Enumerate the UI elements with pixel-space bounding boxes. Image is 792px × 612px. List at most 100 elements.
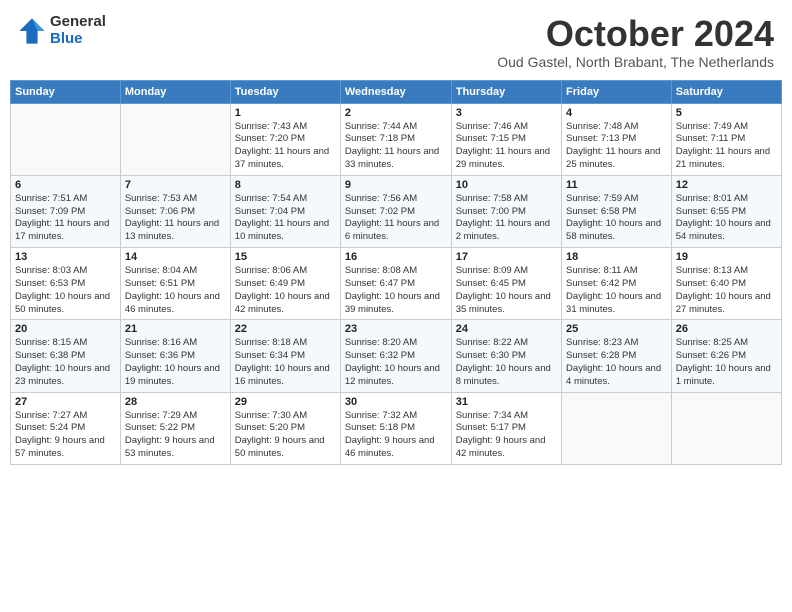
calendar-cell: 16Sunrise: 8:08 AMSunset: 6:47 PMDayligh… [340, 248, 451, 320]
logo-blue-text: Blue [50, 31, 106, 48]
day-number: 17 [456, 251, 557, 263]
calendar-week-row: 27 Sunrise: 7:27 AMSunset: 5:24 PMDayligh… [11, 392, 782, 464]
month-title: October 2024 [497, 14, 774, 54]
calendar-week-row: 20 Sunrise: 8:15 AMSunset: 6:38 PMDayligh… [11, 320, 782, 392]
weekday-header-cell: Tuesday [230, 80, 340, 103]
calendar-cell: 28 Sunrise: 7:29 AMSunset: 5:22 PMDayligh… [120, 392, 230, 464]
day-info: Sunrise: 7:32 AMSunset: 5:18 PMDaylight:… [345, 410, 447, 461]
day-info: Sunrise: 7:43 AMSunset: 7:20 PMDaylight:… [235, 121, 336, 172]
calendar-cell: 17 Sunrise: 8:09 AMSunset: 6:45 PMDayligh… [451, 248, 561, 320]
day-number: 6 [15, 179, 116, 191]
day-number: 5 [676, 107, 777, 119]
day-number: 1 [235, 107, 336, 119]
title-block: October 2024 Oud Gastel, North Brabant, … [497, 14, 774, 70]
calendar-cell: 23Sunrise: 8:20 AMSunset: 6:32 PMDayligh… [340, 320, 451, 392]
calendar-table: SundayMondayTuesdayWednesdayThursdayFrid… [10, 80, 782, 465]
calendar-cell: 1 Sunrise: 7:43 AMSunset: 7:20 PMDaylight… [230, 103, 340, 175]
day-number: 21 [125, 323, 226, 335]
day-number: 28 [125, 396, 226, 408]
day-info: Sunrise: 7:54 AMSunset: 7:04 PMDaylight:… [235, 193, 336, 244]
day-number: 20 [15, 323, 116, 335]
weekday-header-cell: Friday [562, 80, 672, 103]
day-info: Sunrise: 7:34 AMSunset: 5:17 PMDaylight:… [456, 410, 557, 461]
day-info: Sunrise: 7:46 AMSunset: 7:15 PMDaylight:… [456, 121, 557, 172]
day-info: Sunrise: 8:16 AMSunset: 6:36 PMDaylight:… [125, 337, 226, 388]
day-info: Sunrise: 8:18 AMSunset: 6:34 PMDaylight:… [235, 337, 336, 388]
logo-icon [18, 17, 46, 45]
day-info: Sunrise: 7:30 AMSunset: 5:20 PMDaylight:… [235, 410, 336, 461]
day-info: Sunrise: 7:27 AMSunset: 5:24 PMDaylight:… [15, 410, 116, 461]
day-number: 4 [566, 107, 667, 119]
day-info: Sunrise: 7:56 AMSunset: 7:02 PMDaylight:… [345, 193, 447, 244]
day-number: 26 [676, 323, 777, 335]
calendar-cell: 9 Sunrise: 7:56 AMSunset: 7:02 PMDaylight… [340, 175, 451, 247]
day-info: Sunrise: 8:06 AMSunset: 6:49 PMDaylight:… [235, 265, 336, 316]
day-number: 29 [235, 396, 336, 408]
calendar-cell: 29 Sunrise: 7:30 AMSunset: 5:20 PMDayligh… [230, 392, 340, 464]
page-header: General Blue October 2024 Oud Gastel, No… [10, 10, 782, 74]
calendar-cell: 20 Sunrise: 8:15 AMSunset: 6:38 PMDayligh… [11, 320, 121, 392]
calendar-cell: 5 Sunrise: 7:49 AMSunset: 7:11 PMDaylight… [671, 103, 781, 175]
day-number: 31 [456, 396, 557, 408]
day-number: 19 [676, 251, 777, 263]
day-info: Sunrise: 8:15 AMSunset: 6:38 PMDaylight:… [15, 337, 116, 388]
day-info: Sunrise: 8:03 AMSunset: 6:53 PMDaylight:… [15, 265, 116, 316]
weekday-header-cell: Sunday [11, 80, 121, 103]
day-number: 27 [15, 396, 116, 408]
day-info: Sunrise: 7:44 AMSunset: 7:18 PMDaylight:… [345, 121, 447, 172]
day-info: Sunrise: 8:25 AMSunset: 6:26 PMDaylight:… [676, 337, 777, 388]
day-info: Sunrise: 7:51 AMSunset: 7:09 PMDaylight:… [15, 193, 116, 244]
calendar-cell [120, 103, 230, 175]
logo-general-text: General [50, 14, 106, 31]
calendar-cell: 4Sunrise: 7:48 AMSunset: 7:13 PMDaylight… [562, 103, 672, 175]
day-info: Sunrise: 7:49 AMSunset: 7:11 PMDaylight:… [676, 121, 777, 172]
day-number: 9 [345, 179, 447, 191]
calendar-cell: 12 Sunrise: 8:01 AMSunset: 6:55 PMDayligh… [671, 175, 781, 247]
calendar-cell [671, 392, 781, 464]
weekday-header-cell: Monday [120, 80, 230, 103]
day-number: 11 [566, 179, 667, 191]
calendar-cell: 14 Sunrise: 8:04 AMSunset: 6:51 PMDayligh… [120, 248, 230, 320]
day-number: 22 [235, 323, 336, 335]
calendar-cell: 19 Sunrise: 8:13 AMSunset: 6:40 PMDayligh… [671, 248, 781, 320]
day-info: Sunrise: 8:09 AMSunset: 6:45 PMDaylight:… [456, 265, 557, 316]
day-info: Sunrise: 7:53 AMSunset: 7:06 PMDaylight:… [125, 193, 226, 244]
calendar-cell: 15 Sunrise: 8:06 AMSunset: 6:49 PMDayligh… [230, 248, 340, 320]
day-number: 18 [566, 251, 667, 263]
day-number: 23 [345, 323, 447, 335]
calendar-cell: 7 Sunrise: 7:53 AMSunset: 7:06 PMDaylight… [120, 175, 230, 247]
day-number: 7 [125, 179, 226, 191]
calendar-cell: 3Sunrise: 7:46 AMSunset: 7:15 PMDaylight… [451, 103, 561, 175]
calendar-week-row: 6 Sunrise: 7:51 AMSunset: 7:09 PMDaylight… [11, 175, 782, 247]
calendar-cell: 11Sunrise: 7:59 AMSunset: 6:58 PMDayligh… [562, 175, 672, 247]
day-number: 12 [676, 179, 777, 191]
weekday-header-cell: Thursday [451, 80, 561, 103]
calendar-cell: 24Sunrise: 8:22 AMSunset: 6:30 PMDayligh… [451, 320, 561, 392]
calendar-cell: 27 Sunrise: 7:27 AMSunset: 5:24 PMDayligh… [11, 392, 121, 464]
calendar-cell: 21 Sunrise: 8:16 AMSunset: 6:36 PMDayligh… [120, 320, 230, 392]
day-info: Sunrise: 7:29 AMSunset: 5:22 PMDaylight:… [125, 410, 226, 461]
calendar-cell: 18 Sunrise: 8:11 AMSunset: 6:42 PMDayligh… [562, 248, 672, 320]
day-info: Sunrise: 7:58 AMSunset: 7:00 PMDaylight:… [456, 193, 557, 244]
day-number: 16 [345, 251, 447, 263]
calendar-week-row: 13 Sunrise: 8:03 AMSunset: 6:53 PMDayligh… [11, 248, 782, 320]
day-number: 14 [125, 251, 226, 263]
logo-text: General Blue [50, 14, 106, 47]
calendar-week-row: 1 Sunrise: 7:43 AMSunset: 7:20 PMDaylight… [11, 103, 782, 175]
day-number: 25 [566, 323, 667, 335]
day-info: Sunrise: 8:11 AMSunset: 6:42 PMDaylight:… [566, 265, 667, 316]
calendar-cell: 22 Sunrise: 8:18 AMSunset: 6:34 PMDayligh… [230, 320, 340, 392]
day-number: 10 [456, 179, 557, 191]
day-info: Sunrise: 8:13 AMSunset: 6:40 PMDaylight:… [676, 265, 777, 316]
calendar-body: 1 Sunrise: 7:43 AMSunset: 7:20 PMDaylight… [11, 103, 782, 464]
calendar-cell: 25 Sunrise: 8:23 AMSunset: 6:28 PMDayligh… [562, 320, 672, 392]
day-info: Sunrise: 8:01 AMSunset: 6:55 PMDaylight:… [676, 193, 777, 244]
weekday-header-cell: Wednesday [340, 80, 451, 103]
logo: General Blue [18, 14, 106, 47]
day-number: 24 [456, 323, 557, 335]
day-number: 13 [15, 251, 116, 263]
day-number: 15 [235, 251, 336, 263]
day-info: Sunrise: 8:23 AMSunset: 6:28 PMDaylight:… [566, 337, 667, 388]
day-info: Sunrise: 8:04 AMSunset: 6:51 PMDaylight:… [125, 265, 226, 316]
day-number: 8 [235, 179, 336, 191]
